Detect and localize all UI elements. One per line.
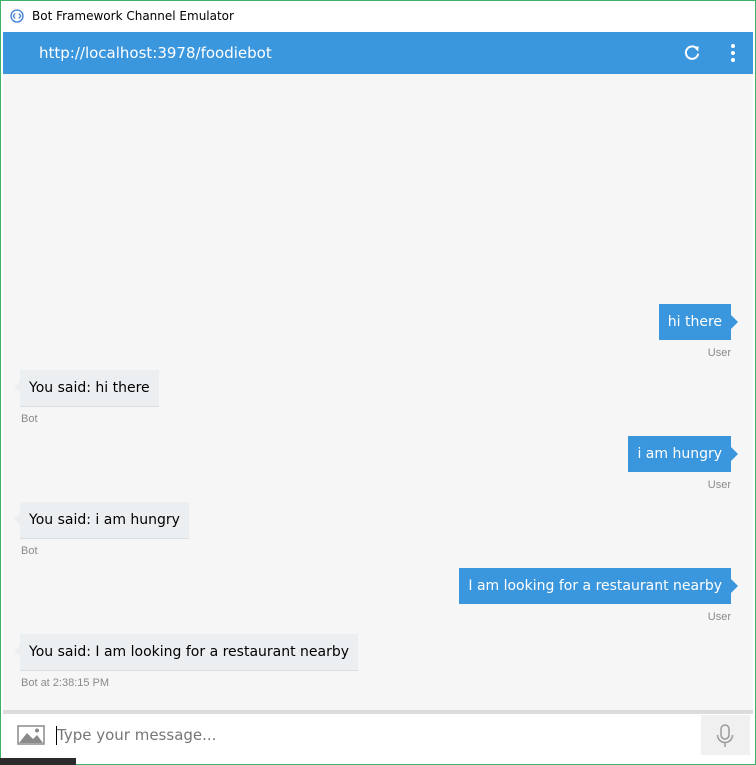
composer-divider (3, 710, 753, 714)
message-bubble[interactable]: I am looking for a restaurant nearby (459, 568, 738, 604)
text-cursor (56, 726, 57, 745)
emulator-window: Bot Framework Channel Emulator http://lo… (0, 0, 756, 765)
message-bot: You said: I am looking for a restaurant … (13, 634, 520, 694)
microphone-icon (716, 724, 734, 747)
message-composer (7, 715, 750, 755)
endpoint-url[interactable]: http://localhost:3978/foodiebot (39, 44, 272, 62)
message-user: i am hungry User (3, 436, 738, 496)
message-bot: You said: hi there Bot (14, 370, 520, 430)
image-upload-icon[interactable] (7, 715, 52, 755)
bot-framework-icon (10, 9, 24, 23)
message-meta: Bot at 2:38:15 PM (21, 677, 110, 689)
message-bubble[interactable]: i am hungry (628, 436, 738, 472)
message-meta: Bot (21, 413, 38, 425)
message-meta: User (707, 347, 731, 359)
message-bubble[interactable]: You said: I am looking for a restaurant … (13, 634, 359, 670)
message-bubble[interactable]: You said: hi there (14, 370, 159, 406)
message-meta: Bot (21, 545, 38, 557)
message-user: hi there User (3, 304, 739, 364)
message-meta: User (707, 479, 731, 491)
refresh-icon[interactable] (682, 43, 702, 63)
taskbar-fragment (0, 758, 76, 765)
message-bubble[interactable]: You said: i am hungry (14, 502, 189, 538)
microphone-button[interactable] (701, 715, 750, 755)
message-meta: User (707, 611, 731, 623)
message-user: I am looking for a restaurant nearby Use… (3, 568, 738, 628)
title-bar[interactable]: Bot Framework Channel Emulator (1, 1, 755, 31)
message-bot: You said: i am hungry Bot (14, 502, 520, 562)
chat-history[interactable]: hi there User You said: hi there Bot i a… (3, 74, 753, 710)
address-bar: http://localhost:3978/foodiebot (3, 32, 753, 74)
window-title: Bot Framework Channel Emulator (32, 9, 234, 23)
more-vert-icon[interactable] (725, 42, 741, 64)
message-input[interactable] (54, 719, 697, 751)
message-bubble[interactable]: hi there (658, 304, 739, 340)
